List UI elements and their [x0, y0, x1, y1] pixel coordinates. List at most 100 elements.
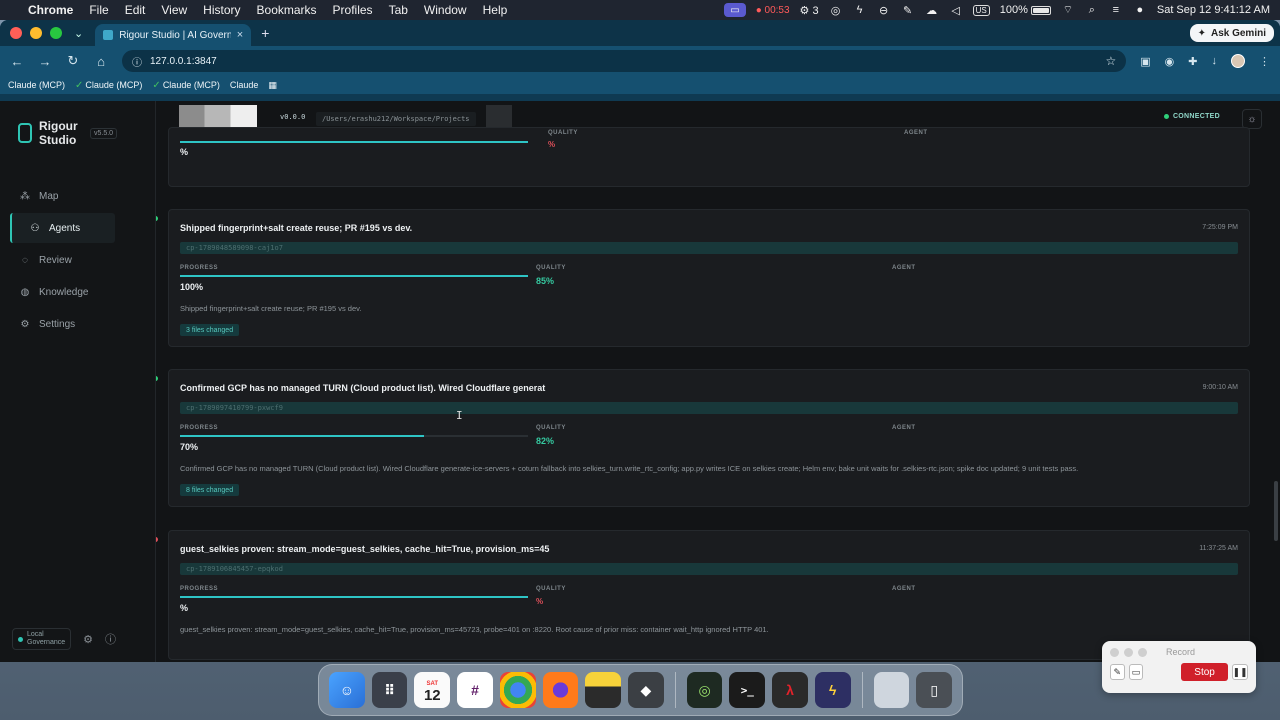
menu-view[interactable]: View — [161, 3, 187, 17]
firefox-icon[interactable] — [542, 672, 579, 708]
trash-icon[interactable]: ▯ — [916, 672, 953, 708]
notification-count[interactable]: ⚙ 3 — [800, 4, 819, 17]
macos-menubar: Chrome File Edit View History Bookmarks … — [0, 0, 1280, 20]
input-source-badge[interactable]: US — [972, 4, 990, 16]
checkpoint-card[interactable]: guest_selkies proven: stream_mode=guest_… — [168, 530, 1250, 660]
brush-icon[interactable]: ✎ — [901, 4, 915, 17]
address-bar[interactable]: ⓘ 127.0.0.1:3847 ☆ — [122, 50, 1127, 72]
back-icon[interactable]: ← — [10, 54, 24, 69]
acrobat-icon[interactable]: λ — [772, 672, 808, 708]
slack-icon[interactable]: # — [457, 672, 493, 708]
local-governance-badge[interactable]: Local Governance — [12, 628, 72, 650]
pen-icon[interactable]: ✎ — [1110, 664, 1125, 680]
notes-icon[interactable] — [585, 672, 622, 708]
progress-bar — [180, 435, 528, 437]
launchpad-icon[interactable]: ⠿ — [371, 672, 408, 708]
menu-tab[interactable]: Tab — [389, 3, 408, 17]
ask-gemini-button[interactable]: ✦ Ask Gemini — [1189, 24, 1274, 42]
menu-history[interactable]: History — [203, 3, 240, 17]
checkpoint-id: cp-1789097410799-pxwcf9 — [180, 402, 1238, 414]
battery-indicator[interactable]: 100% — [1000, 4, 1051, 16]
minimize-window-button[interactable] — [30, 27, 42, 39]
bookmark-star-icon[interactable]: ☆ — [1106, 54, 1117, 68]
profile-avatar[interactable] — [1231, 54, 1245, 68]
review-icon: ◌ — [22, 254, 28, 266]
menu-profiles[interactable]: Profiles — [333, 3, 373, 17]
recording-timer[interactable]: ● 00:53 — [756, 5, 790, 16]
chrome-icon[interactable] — [499, 672, 536, 708]
bookmark-item[interactable]: Claude — [230, 80, 259, 90]
files-changed-badge[interactable]: 3 files changed — [180, 324, 240, 336]
tab-search-chevron-icon[interactable]: ⌄ — [74, 27, 83, 40]
timeline-dot — [156, 537, 158, 542]
scrollbar[interactable] — [1274, 481, 1278, 541]
extension-icon[interactable]: ▣ — [1140, 55, 1150, 68]
checkpoint-card[interactable]: Shipped fingerprint+salt create reuse; P… — [168, 209, 1250, 347]
sidebar-item-agents[interactable]: ⚇ Agents — [10, 213, 115, 243]
recorder-close-button[interactable] — [1110, 647, 1119, 657]
bookmark-item[interactable]: ✓ Claude (MCP) — [152, 80, 219, 91]
theme-toggle-button[interactable]: ☼ — [1242, 109, 1262, 129]
sidebar-item-map[interactable]: ⁂ Map — [0, 181, 155, 211]
bookmark-item[interactable]: ✓ Claude (MCP) — [75, 80, 142, 91]
footer-gear-icon[interactable]: ⚙ — [83, 633, 93, 646]
browser-tab[interactable]: Rigour Studio | AI Governance × — [95, 24, 252, 46]
menu-bookmarks[interactable]: Bookmarks — [257, 3, 317, 17]
siri-icon[interactable]: ● — [1133, 4, 1147, 16]
spiral-icon[interactable]: ◎ — [829, 4, 843, 17]
site-info-icon[interactable]: ⓘ — [132, 54, 142, 69]
sidebar-item-review[interactable]: ◌ Review — [0, 245, 155, 275]
terminal-icon[interactable]: >_ — [729, 672, 766, 708]
spiral-app-icon[interactable]: ◎ — [686, 672, 723, 708]
control-center-icon[interactable]: ≡ — [1109, 4, 1123, 16]
recorder-zoom-button[interactable] — [1138, 647, 1147, 657]
bolt-icon[interactable]: ϟ — [853, 4, 867, 16]
home-icon[interactable]: ⌂ — [94, 54, 108, 69]
close-window-button[interactable] — [10, 27, 22, 39]
finder-icon[interactable]: ☺ — [329, 672, 365, 708]
menu-edit[interactable]: Edit — [125, 3, 146, 17]
screen-share-icon[interactable]: ▭ — [724, 3, 746, 17]
search-icon[interactable]: ⌕ — [1085, 4, 1099, 16]
volume-icon[interactable]: ◁ — [949, 4, 963, 17]
calendar-icon[interactable]: SAT 12 — [414, 672, 451, 708]
agents-icon: ⚇ — [30, 222, 40, 234]
cube-app-icon[interactable]: ◆ — [628, 672, 664, 708]
bolt-app-icon[interactable]: ϟ — [814, 672, 851, 708]
menu-window[interactable]: Window — [424, 3, 467, 17]
extensions-puzzle-icon[interactable]: ✚ — [1188, 55, 1197, 68]
stop-button[interactable]: Stop — [1181, 663, 1228, 681]
reload-icon[interactable]: ↻ — [66, 53, 80, 69]
sidebar-item-settings[interactable]: ⚙ Settings — [0, 309, 155, 339]
zoom-window-button[interactable] — [50, 27, 62, 39]
progress-bar — [180, 141, 528, 143]
wifi-icon[interactable]: ⌔ — [1061, 4, 1075, 16]
close-tab-icon[interactable]: × — [237, 29, 243, 41]
cloud-icon[interactable]: ☁ — [925, 4, 939, 17]
files-changed-badge[interactable]: 8 files changed — [180, 484, 240, 496]
recorder-minimize-button[interactable] — [1124, 647, 1133, 657]
bookmarks-bar: Claude (MCP) ✓ Claude (MCP) ✓ Claude (MCP)… — [0, 76, 1280, 94]
downloads-stack-icon[interactable] — [873, 672, 910, 708]
window-select-icon[interactable]: ▭ — [1128, 664, 1144, 680]
checkpoint-card[interactable]: QUALITY AGENT % % — [168, 127, 1250, 187]
menubar-datetime[interactable]: Sat Sep 12 9:41:12 AM — [1157, 4, 1270, 16]
download-icon[interactable]: ↓ — [1212, 55, 1218, 67]
menu-file[interactable]: File — [89, 3, 108, 17]
forward-icon[interactable]: → — [38, 54, 52, 69]
sidebar-item-knowledge[interactable]: ◍ Knowledge — [0, 277, 155, 307]
minus-circle-icon[interactable]: ⊖ — [877, 4, 891, 17]
menu-help[interactable]: Help — [483, 3, 508, 17]
pause-icon[interactable]: ❚❚ — [1231, 664, 1248, 680]
new-tab-button[interactable]: + — [261, 25, 269, 41]
menu-app-name[interactable]: Chrome — [28, 3, 73, 17]
apps-grid-icon[interactable]: ▦ — [268, 80, 277, 91]
chrome-menu-icon[interactable]: ⋮ — [1259, 55, 1270, 68]
gemini-icon: ✦ — [1197, 27, 1206, 39]
macos-dock: ☺ ⠿ SAT 12 # ◆ ◎ >_ λ ϟ ▯ — [318, 664, 963, 716]
governance-label-line1: Local — [27, 631, 44, 638]
bookmark-item[interactable]: Claude (MCP) — [8, 80, 65, 90]
camera-icon[interactable]: ◉ — [1165, 55, 1175, 68]
info-icon[interactable]: ⓘ — [105, 631, 116, 647]
checkpoint-card[interactable]: Confirmed GCP has no managed TURN (Cloud… — [168, 369, 1250, 507]
